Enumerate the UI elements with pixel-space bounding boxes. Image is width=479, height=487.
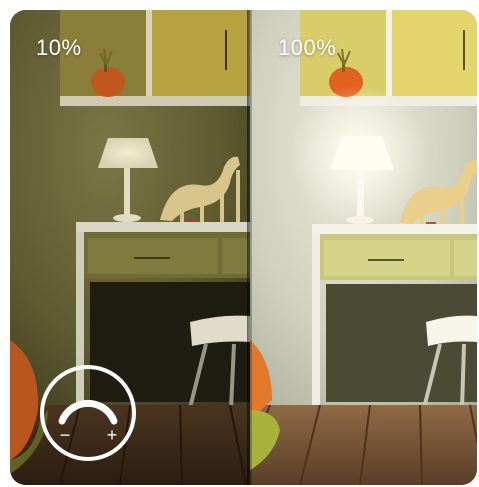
brightness-label-high: 100% bbox=[278, 35, 337, 60]
brightness-dial-icon: − + bbox=[38, 363, 138, 463]
minus-symbol: − bbox=[60, 425, 71, 445]
bright-room-photo bbox=[250, 10, 477, 485]
plus-symbol: + bbox=[107, 425, 118, 445]
brightness-label-low: 10% bbox=[36, 35, 82, 60]
comparison-image: 10% 100% − + bbox=[10, 10, 477, 485]
bright-room-scene bbox=[250, 10, 477, 485]
split-divider bbox=[247, 10, 252, 485]
